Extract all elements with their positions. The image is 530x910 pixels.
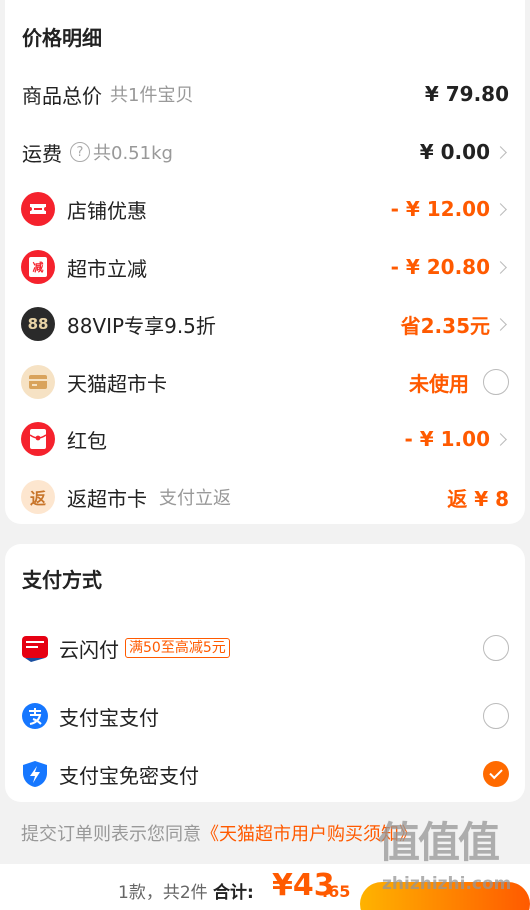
agreement-prefix: 提交订单则表示您同意 xyxy=(21,824,201,845)
alipay-nopwd-label: 支付宝免密支付 xyxy=(59,763,199,788)
row-88vip[interactable]: 88 88VIP专享9.5折 省2.35元 xyxy=(5,304,525,344)
store-discount-amount: - ¥ 12.00 xyxy=(390,197,490,221)
pay-method-alipay-nopwd[interactable]: 支付宝免密支付 xyxy=(5,754,525,794)
row-red-packet[interactable]: 红包 - ¥ 1.00 xyxy=(5,419,525,459)
alipay-nopwd-radio-selected[interactable] xyxy=(483,761,509,787)
vip-label: 88VIP专享9.5折 xyxy=(67,313,216,338)
alipay-icon xyxy=(21,702,49,730)
cashback-icon: 返 xyxy=(21,480,55,514)
payment-title: 支付方式 xyxy=(22,568,102,592)
agreement-text: 提交订单则表示您同意《天猫超市用户购买须知》 xyxy=(21,820,417,846)
row-store-discount[interactable]: 店铺优惠 - ¥ 12.00 xyxy=(5,189,525,229)
tmall-card-value: 未使用 xyxy=(409,368,509,397)
store-discount-value: - ¥ 12.00 xyxy=(391,197,509,221)
watermark-logo: 值值值 xyxy=(378,818,500,867)
help-icon[interactable]: ? xyxy=(70,142,90,162)
cashback-sub: 支付立返 xyxy=(159,488,231,509)
goods-count: 共1件宝贝 xyxy=(110,85,194,106)
red-packet-icon xyxy=(21,422,55,456)
discount-char: 减 xyxy=(29,257,47,277)
unionpay-promo-badge: 满50至高减5元 xyxy=(125,638,230,658)
shipping-amount: ¥ 0.00 xyxy=(419,140,490,164)
item-count: 1款，共2件 xyxy=(118,883,208,903)
shipping-label: 运费 xyxy=(22,141,62,166)
unionpay-label: 云闪付 xyxy=(59,637,119,662)
vip-88-icon: 88 xyxy=(21,307,55,341)
vip-value: 省2.35元 xyxy=(401,310,509,339)
chevron-right-icon xyxy=(494,145,507,159)
supermarket-discount-label: 超市立减 xyxy=(67,256,147,281)
supermarket-discount-amount: - ¥ 20.80 xyxy=(390,255,490,279)
unionpay-icon xyxy=(21,634,49,662)
unionpay-radio[interactable] xyxy=(483,635,509,661)
row-tmall-card[interactable]: 天猫超市卡 未使用 xyxy=(5,362,525,402)
goods-total-value: ¥ 79.80 xyxy=(424,82,509,106)
ticket-icon xyxy=(21,192,55,226)
tmall-card-status: 未使用 xyxy=(409,371,469,396)
card-icon xyxy=(21,365,55,399)
tmall-card-radio[interactable] xyxy=(483,369,509,395)
shipping-weight: 共0.51kg xyxy=(93,143,173,164)
check-icon xyxy=(489,765,503,780)
shipping-value: ¥ 0.00 xyxy=(420,140,509,164)
chevron-right-icon xyxy=(494,317,507,331)
discount-icon: 减 xyxy=(21,250,55,284)
row-supermarket-discount[interactable]: 减 超市立减 - ¥ 20.80 xyxy=(5,247,525,287)
watermark-url: zhizhizhi.com xyxy=(382,874,512,894)
row-goods-total: 商品总价 共1件宝贝 ¥ 79.80 xyxy=(5,74,525,114)
chevron-right-icon xyxy=(494,432,507,446)
price-detail-card: 价格明细 商品总价 共1件宝贝 ¥ 79.80 运费 ? 共0.51kg ¥ 0… xyxy=(5,0,525,524)
goods-total-label: 商品总价 xyxy=(22,83,102,108)
supermarket-discount-value: - ¥ 20.80 xyxy=(391,255,509,279)
payment-card: 支付方式 云闪付 满50至高减5元 支付宝支付 支付宝免密支付 xyxy=(5,544,525,802)
row-shipping[interactable]: 运费 ? 共0.51kg ¥ 0.00 xyxy=(5,132,525,172)
red-packet-value: - ¥ 1.00 xyxy=(405,427,510,451)
chevron-right-icon xyxy=(494,202,507,216)
total-label: 合计: xyxy=(213,883,254,903)
cashback-label: 返超市卡 xyxy=(67,486,147,511)
alipay-label: 支付宝支付 xyxy=(59,705,159,730)
red-packet-label: 红包 xyxy=(67,428,107,453)
watermark: 值值值 zhizhizhi.com xyxy=(378,818,526,895)
red-packet-amount: - ¥ 1.00 xyxy=(404,427,491,451)
cashback-value: 返 ¥ 8 xyxy=(447,486,509,511)
row-cashback: 返 返超市卡 支付立返 返 ¥ 8 xyxy=(5,477,525,517)
order-summary: 1款，共2件 合计: xyxy=(118,878,254,903)
vip-saving: 省2.35元 xyxy=(400,313,490,338)
pay-method-alipay[interactable]: 支付宝支付 xyxy=(5,696,525,736)
tmall-card-label: 天猫超市卡 xyxy=(67,371,167,396)
store-discount-label: 店铺优惠 xyxy=(67,198,147,223)
total-cents: .65 xyxy=(322,882,351,901)
shield-lightning-icon xyxy=(21,760,49,788)
pay-method-unionpay[interactable]: 云闪付 满50至高减5元 xyxy=(5,628,525,668)
price-detail-title: 价格明细 xyxy=(22,26,102,50)
alipay-radio[interactable] xyxy=(483,703,509,729)
chevron-right-icon xyxy=(494,260,507,274)
